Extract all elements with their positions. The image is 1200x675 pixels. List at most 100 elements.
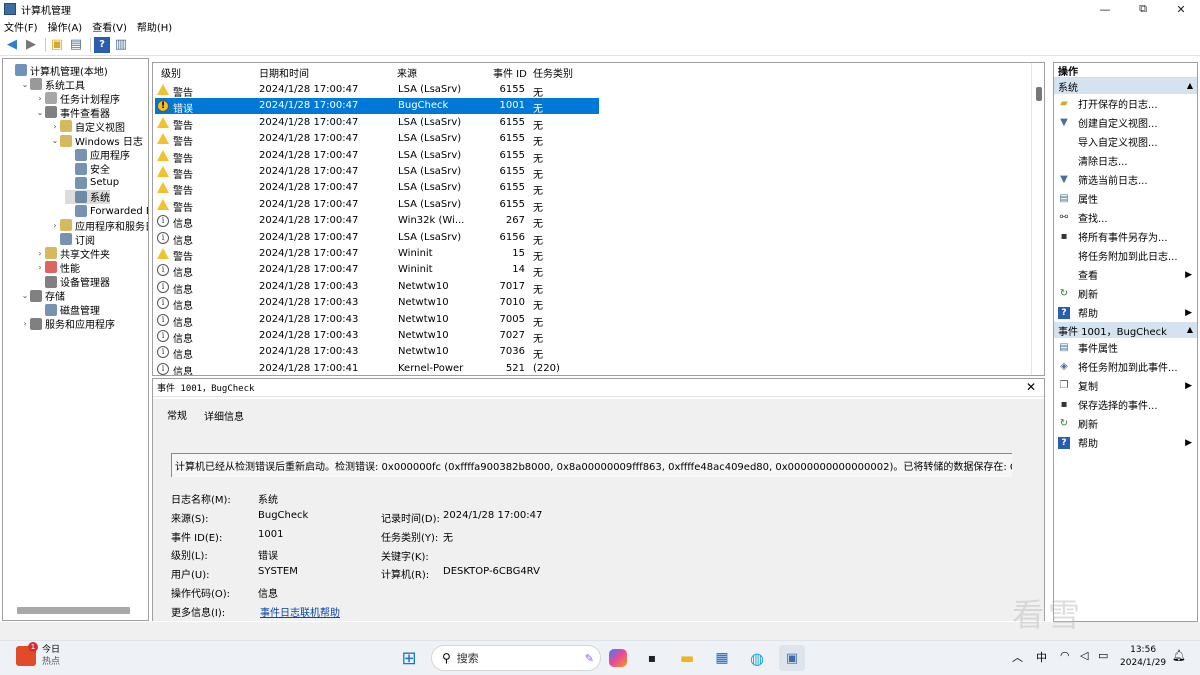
action-item[interactable]: ? 帮助 ▶ [1054, 303, 1197, 322]
action-item[interactable]: ▤ 属性 [1054, 189, 1197, 208]
help-icon[interactable]: ? [94, 36, 110, 53]
online-help-link[interactable]: 事件日志联机帮助 [260, 604, 340, 619]
expander-icon[interactable]: › [35, 249, 45, 258]
copilot-icon[interactable] [609, 649, 627, 667]
back-arrow-icon[interactable]: ◀ [4, 37, 20, 53]
minimize-button[interactable]: — [1086, 3, 1124, 16]
wifi-icon[interactable]: ◠ [1060, 649, 1070, 662]
search-box[interactable]: ⚲ 搜索 ✎ [431, 645, 601, 671]
event-row[interactable]: i 信息 2024/1/28 17:00:43 Netwtw10 7036 无 [155, 344, 599, 361]
actions-group-system[interactable]: 系统 ▲ [1054, 78, 1197, 94]
actions-group-event[interactable]: 事件 1001，BugCheck ▲ [1054, 322, 1197, 338]
tab-details[interactable]: 详细信息 [204, 408, 244, 423]
expander-icon[interactable]: › [50, 122, 60, 131]
system-clock[interactable]: 13:56 2024/1/29 [1120, 644, 1166, 670]
event-row[interactable]: i 信息 2024/1/28 17:00:43 Netwtw10 7010 无 [155, 295, 599, 312]
event-row[interactable]: ! 错误 2024/1/28 17:00:47 BugCheck 1001 无 [155, 98, 599, 115]
event-row[interactable]: 警告 2024/1/28 17:00:47 LSA (LsaSrv) 6155 无 [155, 131, 599, 148]
action-item[interactable]: ▰ 打开保存的日志... [1054, 94, 1197, 113]
tree-item[interactable]: 安全 [65, 162, 110, 176]
menu-help[interactable]: 帮助(H) [137, 19, 172, 34]
tree-item[interactable]: ⌄ 存储 [20, 289, 65, 303]
action-item[interactable]: ? 帮助 ▶ [1054, 433, 1197, 452]
collapse-icon[interactable]: ▲ [1187, 81, 1193, 90]
close-detail-icon[interactable]: ✕ [1026, 380, 1036, 394]
file-explorer-icon[interactable]: ▬ [676, 647, 698, 669]
action-item[interactable]: ◈ 将任务附加到此事件... [1054, 357, 1197, 376]
tree-item[interactable]: › 任务计划程序 [35, 91, 120, 106]
tree-item[interactable]: ⌄ 事件查看器 [35, 105, 110, 120]
event-row[interactable]: i 信息 2024/1/28 17:00:43 Netwtw10 7005 无 [155, 312, 599, 329]
store-icon[interactable]: ▦ [711, 647, 733, 669]
column-header-datetime[interactable]: 日期和时间 [259, 65, 309, 80]
action-item[interactable]: 将任务附加到此日志... [1054, 246, 1197, 265]
expander-icon[interactable]: ⌄ [20, 80, 30, 89]
battery-icon[interactable]: ▭ [1098, 649, 1108, 662]
tree-item[interactable]: › 共享文件夹 [35, 246, 110, 261]
tree-item[interactable]: ⌄ Windows 日志 [50, 134, 143, 148]
event-row[interactable]: i 信息 2024/1/28 17:00:41 Kernel-Power 521 (220… [155, 361, 599, 375]
console-icon[interactable]: ▥ [113, 37, 129, 53]
expander-icon[interactable]: › [50, 221, 60, 230]
start-icon[interactable]: ⊞ [398, 647, 420, 669]
expander-icon[interactable]: ⌄ [50, 136, 60, 145]
event-row[interactable]: 警告 2024/1/28 17:00:47 LSA (LsaSrv) 6155 无 [155, 148, 599, 165]
volume-icon[interactable]: ◁ [1080, 649, 1088, 662]
close-button[interactable]: ✕ [1162, 3, 1200, 16]
event-row[interactable]: i 信息 2024/1/28 17:00:43 Netwtw10 7027 无 [155, 328, 599, 345]
expander-icon[interactable]: ⌄ [20, 291, 30, 300]
tree-item[interactable]: › 性能 [35, 260, 80, 275]
action-item[interactable]: ⚯ 查找... [1054, 208, 1197, 227]
tree-horizontal-scrollbar[interactable] [17, 607, 130, 614]
tree-item[interactable]: Forwarded Even [65, 204, 148, 218]
action-item[interactable]: 查看 ▶ [1054, 265, 1197, 284]
tree-item[interactable]: 应用程序 [65, 148, 130, 162]
tree-item[interactable]: 订阅 [50, 232, 95, 247]
tree-item[interactable]: 计算机管理(本地) [5, 63, 108, 78]
maximize-button[interactable]: ⧉ [1124, 2, 1162, 16]
tree-item[interactable]: 设备管理器 [35, 275, 110, 289]
collapse-icon[interactable]: ▲ [1187, 325, 1193, 334]
column-header-level[interactable]: 级别 [161, 65, 181, 80]
column-header-source[interactable]: 来源 [397, 65, 417, 80]
tree-item[interactable]: › 服务和应用程序 [20, 317, 115, 331]
action-item[interactable]: ❐ 复制 ▶ [1054, 376, 1197, 395]
ime-indicator[interactable]: 中 [1036, 649, 1047, 665]
action-item[interactable]: ▼ 筛选当前日志... [1054, 170, 1197, 189]
tree-item[interactable]: ⌄ 系统工具 [20, 77, 85, 92]
menu-action[interactable]: 操作(A) [48, 19, 83, 34]
event-message[interactable]: 计算机已经从检测错误后重新启动。检测错误: 0x000000fc (0xffff… [171, 453, 1012, 477]
action-item[interactable]: ↻ 刷新 [1054, 414, 1197, 433]
tree-item[interactable]: › 自定义视图 [50, 119, 125, 134]
menu-view[interactable]: 查看(V) [92, 19, 127, 34]
forward-arrow-icon[interactable]: ▶ [23, 37, 39, 53]
tree-item[interactable]: Setup [65, 176, 119, 190]
event-row[interactable]: 警告 2024/1/28 17:00:47 LSA (LsaSrv) 6155 无 [155, 115, 599, 132]
expander-icon[interactable]: › [20, 319, 30, 328]
action-item[interactable]: ▪ 将所有事件另存为... [1054, 227, 1197, 246]
event-row[interactable]: i 信息 2024/1/28 17:00:47 Win32k (Wi... 267 无 [155, 213, 599, 230]
show-hide-tree-icon[interactable]: ▤ [68, 37, 84, 53]
event-row[interactable]: 警告 2024/1/28 17:00:47 LSA (LsaSrv) 6155 无 [155, 164, 599, 181]
weather-widget[interactable]: 1 今日 热点 [16, 642, 60, 668]
notification-bell-icon[interactable]: 🔔︎ [1172, 649, 1186, 662]
expander-icon[interactable]: ⌄ [35, 108, 45, 117]
column-header-task-category[interactable]: 任务类别 [533, 65, 573, 80]
chevron-up-icon[interactable]: ︿ [1012, 649, 1023, 665]
event-list-scrollbar[interactable] [1036, 87, 1042, 101]
menu-file[interactable]: 文件(F) [4, 19, 38, 34]
expander-icon[interactable]: › [35, 94, 45, 103]
event-row[interactable]: 警告 2024/1/28 17:00:47 LSA (LsaSrv) 6155 无 [155, 197, 599, 214]
column-header-event-id[interactable]: 事件 ID [493, 65, 527, 80]
folder-up-icon[interactable]: ▣ [49, 37, 65, 53]
event-row[interactable]: 警告 2024/1/28 17:00:47 LSA (LsaSrv) 6155 无 [155, 180, 599, 197]
event-row[interactable]: 警告 2024/1/28 17:00:47 Wininit 15 无 [155, 246, 599, 263]
computer-management-taskbar-icon[interactable]: ▣ [779, 645, 805, 671]
action-item[interactable]: ▤ 事件属性 [1054, 338, 1197, 357]
action-item[interactable]: ▼ 创建自定义视图... [1054, 113, 1197, 132]
edge-icon[interactable]: ◍ [746, 647, 768, 669]
tree-item[interactable]: 系统 [65, 189, 110, 204]
tree-item[interactable]: › 应用程序和服务日志 [50, 218, 148, 233]
action-item[interactable]: ↻ 刷新 [1054, 284, 1197, 303]
event-row[interactable]: 警告 2024/1/28 17:00:47 LSA (LsaSrv) 6155 无 [155, 82, 599, 99]
